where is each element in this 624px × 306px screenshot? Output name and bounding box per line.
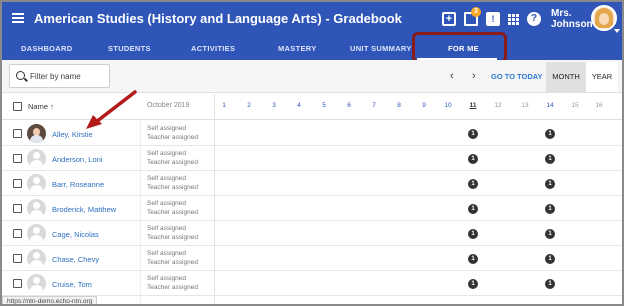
app-window: American Studies (History and Language A… (0, 0, 624, 306)
annotation-arrow (86, 90, 137, 129)
